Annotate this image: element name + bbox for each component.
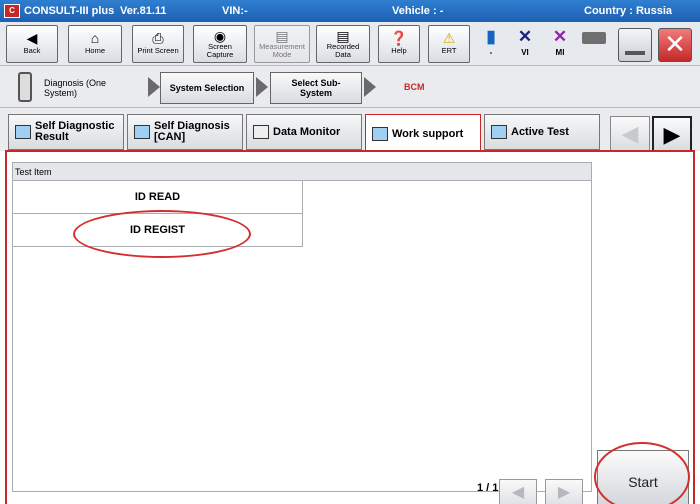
battery-icon	[582, 32, 606, 44]
monitor-icon	[253, 125, 269, 139]
back-button[interactable]: ◀ Back	[6, 25, 58, 63]
start-highlight-oval	[594, 442, 690, 504]
printer-icon: ⎙	[152, 30, 164, 46]
select-subsystem-button[interactable]: Select Sub- System	[270, 72, 362, 104]
country-label: Country : Russia	[584, 5, 673, 17]
recorded-data-icon: ▤	[336, 28, 350, 44]
mi-status: ✕ MI	[545, 26, 575, 57]
self-diagnostic-icon	[15, 125, 31, 139]
print-screen-button[interactable]: ⎙ Print Screen	[132, 25, 184, 63]
tab-data-monitor[interactable]: Data Monitor	[246, 114, 362, 150]
close-icon: ✕	[664, 29, 686, 59]
car-icon: ▮	[486, 27, 496, 46]
app-version: Ver.81.11	[120, 5, 167, 17]
crumb-arrow-icon	[256, 77, 268, 97]
recorded-data-button[interactable]: ▤ Recorded Data	[316, 25, 370, 63]
vin-label: VIN:-	[222, 5, 248, 17]
close-button[interactable]: ✕	[658, 28, 692, 62]
tab-work-support[interactable]: Work support	[365, 114, 481, 152]
work-support-panel: Test Item ID READ ID REGIST 1 / 1 ◀ ▶ St…	[5, 150, 695, 504]
chevron-left-icon: ◀	[621, 121, 639, 146]
ert-button[interactable]: ⚠ ERT	[428, 25, 470, 63]
mi-disconnected-icon: ✕	[552, 27, 568, 46]
crumb-arrow-icon	[364, 77, 376, 97]
home-button[interactable]: ⌂ Home	[68, 25, 122, 63]
highlight-oval	[73, 210, 251, 258]
vehicle-status-label: -	[489, 48, 493, 57]
tab-next-button[interactable]: ▶	[652, 116, 692, 152]
tab-self-diagnosis-can[interactable]: Self Diagnosis [CAN]	[127, 114, 243, 150]
page-down-button[interactable]: ▶	[545, 479, 583, 504]
crumb-arrow-icon	[148, 77, 160, 97]
title-bar: C CONSULT-III plus Ver.81.11 VIN:- Vehic…	[0, 0, 700, 22]
app-logo-icon: C	[4, 4, 20, 18]
tab-bar: Self Diagnostic Result Self Diagnosis [C…	[0, 108, 700, 152]
vehicle-status: ▮ -	[476, 26, 506, 57]
system-selection-button[interactable]: System Selection	[160, 72, 254, 104]
work-support-icon	[372, 126, 388, 141]
tab-prev-button[interactable]: ◀	[610, 116, 650, 152]
breadcrumb: Diagnosis (One System) System Selection …	[0, 66, 700, 108]
back-arrow-icon: ◀	[26, 30, 38, 46]
help-button[interactable]: ❓ Help	[378, 25, 420, 63]
warning-icon: ⚠	[442, 30, 456, 46]
chevron-right-icon: ▶	[557, 484, 571, 501]
tab-active-test[interactable]: Active Test	[484, 114, 600, 150]
list-header: Test Item	[13, 163, 591, 181]
vi-status: ✕ VI	[510, 26, 540, 57]
page-up-button[interactable]: ◀	[499, 479, 537, 504]
crumb-current: BCM	[404, 82, 425, 92]
home-icon: ⌂	[90, 30, 100, 46]
meter-icon: ▤	[275, 28, 289, 44]
measurement-mode-button[interactable]: ▤ Measurement Mode	[254, 25, 310, 63]
minimize-icon	[625, 51, 645, 55]
device-icon	[18, 72, 32, 102]
crumb-diagnosis[interactable]: Diagnosis (One System)	[44, 78, 128, 98]
app-title: CONSULT-III plus	[24, 5, 115, 17]
test-item-list: Test Item ID READ ID REGIST	[12, 162, 592, 492]
chevron-right-icon: ▶	[663, 122, 681, 147]
mi-label: MI	[555, 48, 565, 57]
vi-disconnected-icon: ✕	[517, 27, 533, 46]
minimize-button[interactable]	[618, 28, 652, 62]
vi-label: VI	[521, 48, 529, 57]
vehicle-label: Vehicle : -	[392, 5, 444, 17]
tab-self-diagnostic-result[interactable]: Self Diagnostic Result	[8, 114, 124, 150]
screen-capture-button[interactable]: ◉ Screen Capture	[193, 25, 247, 63]
help-icon: ❓	[390, 30, 408, 46]
active-test-icon	[491, 125, 507, 139]
toolbar: ◀ Back ⌂ Home ⎙ Print Screen ◉ Screen Ca…	[0, 22, 700, 66]
page-indicator: 1 / 1	[477, 482, 499, 494]
camera-icon: ◉	[213, 28, 227, 44]
chevron-left-icon: ◀	[511, 484, 525, 501]
self-diagnosis-icon	[134, 125, 150, 139]
